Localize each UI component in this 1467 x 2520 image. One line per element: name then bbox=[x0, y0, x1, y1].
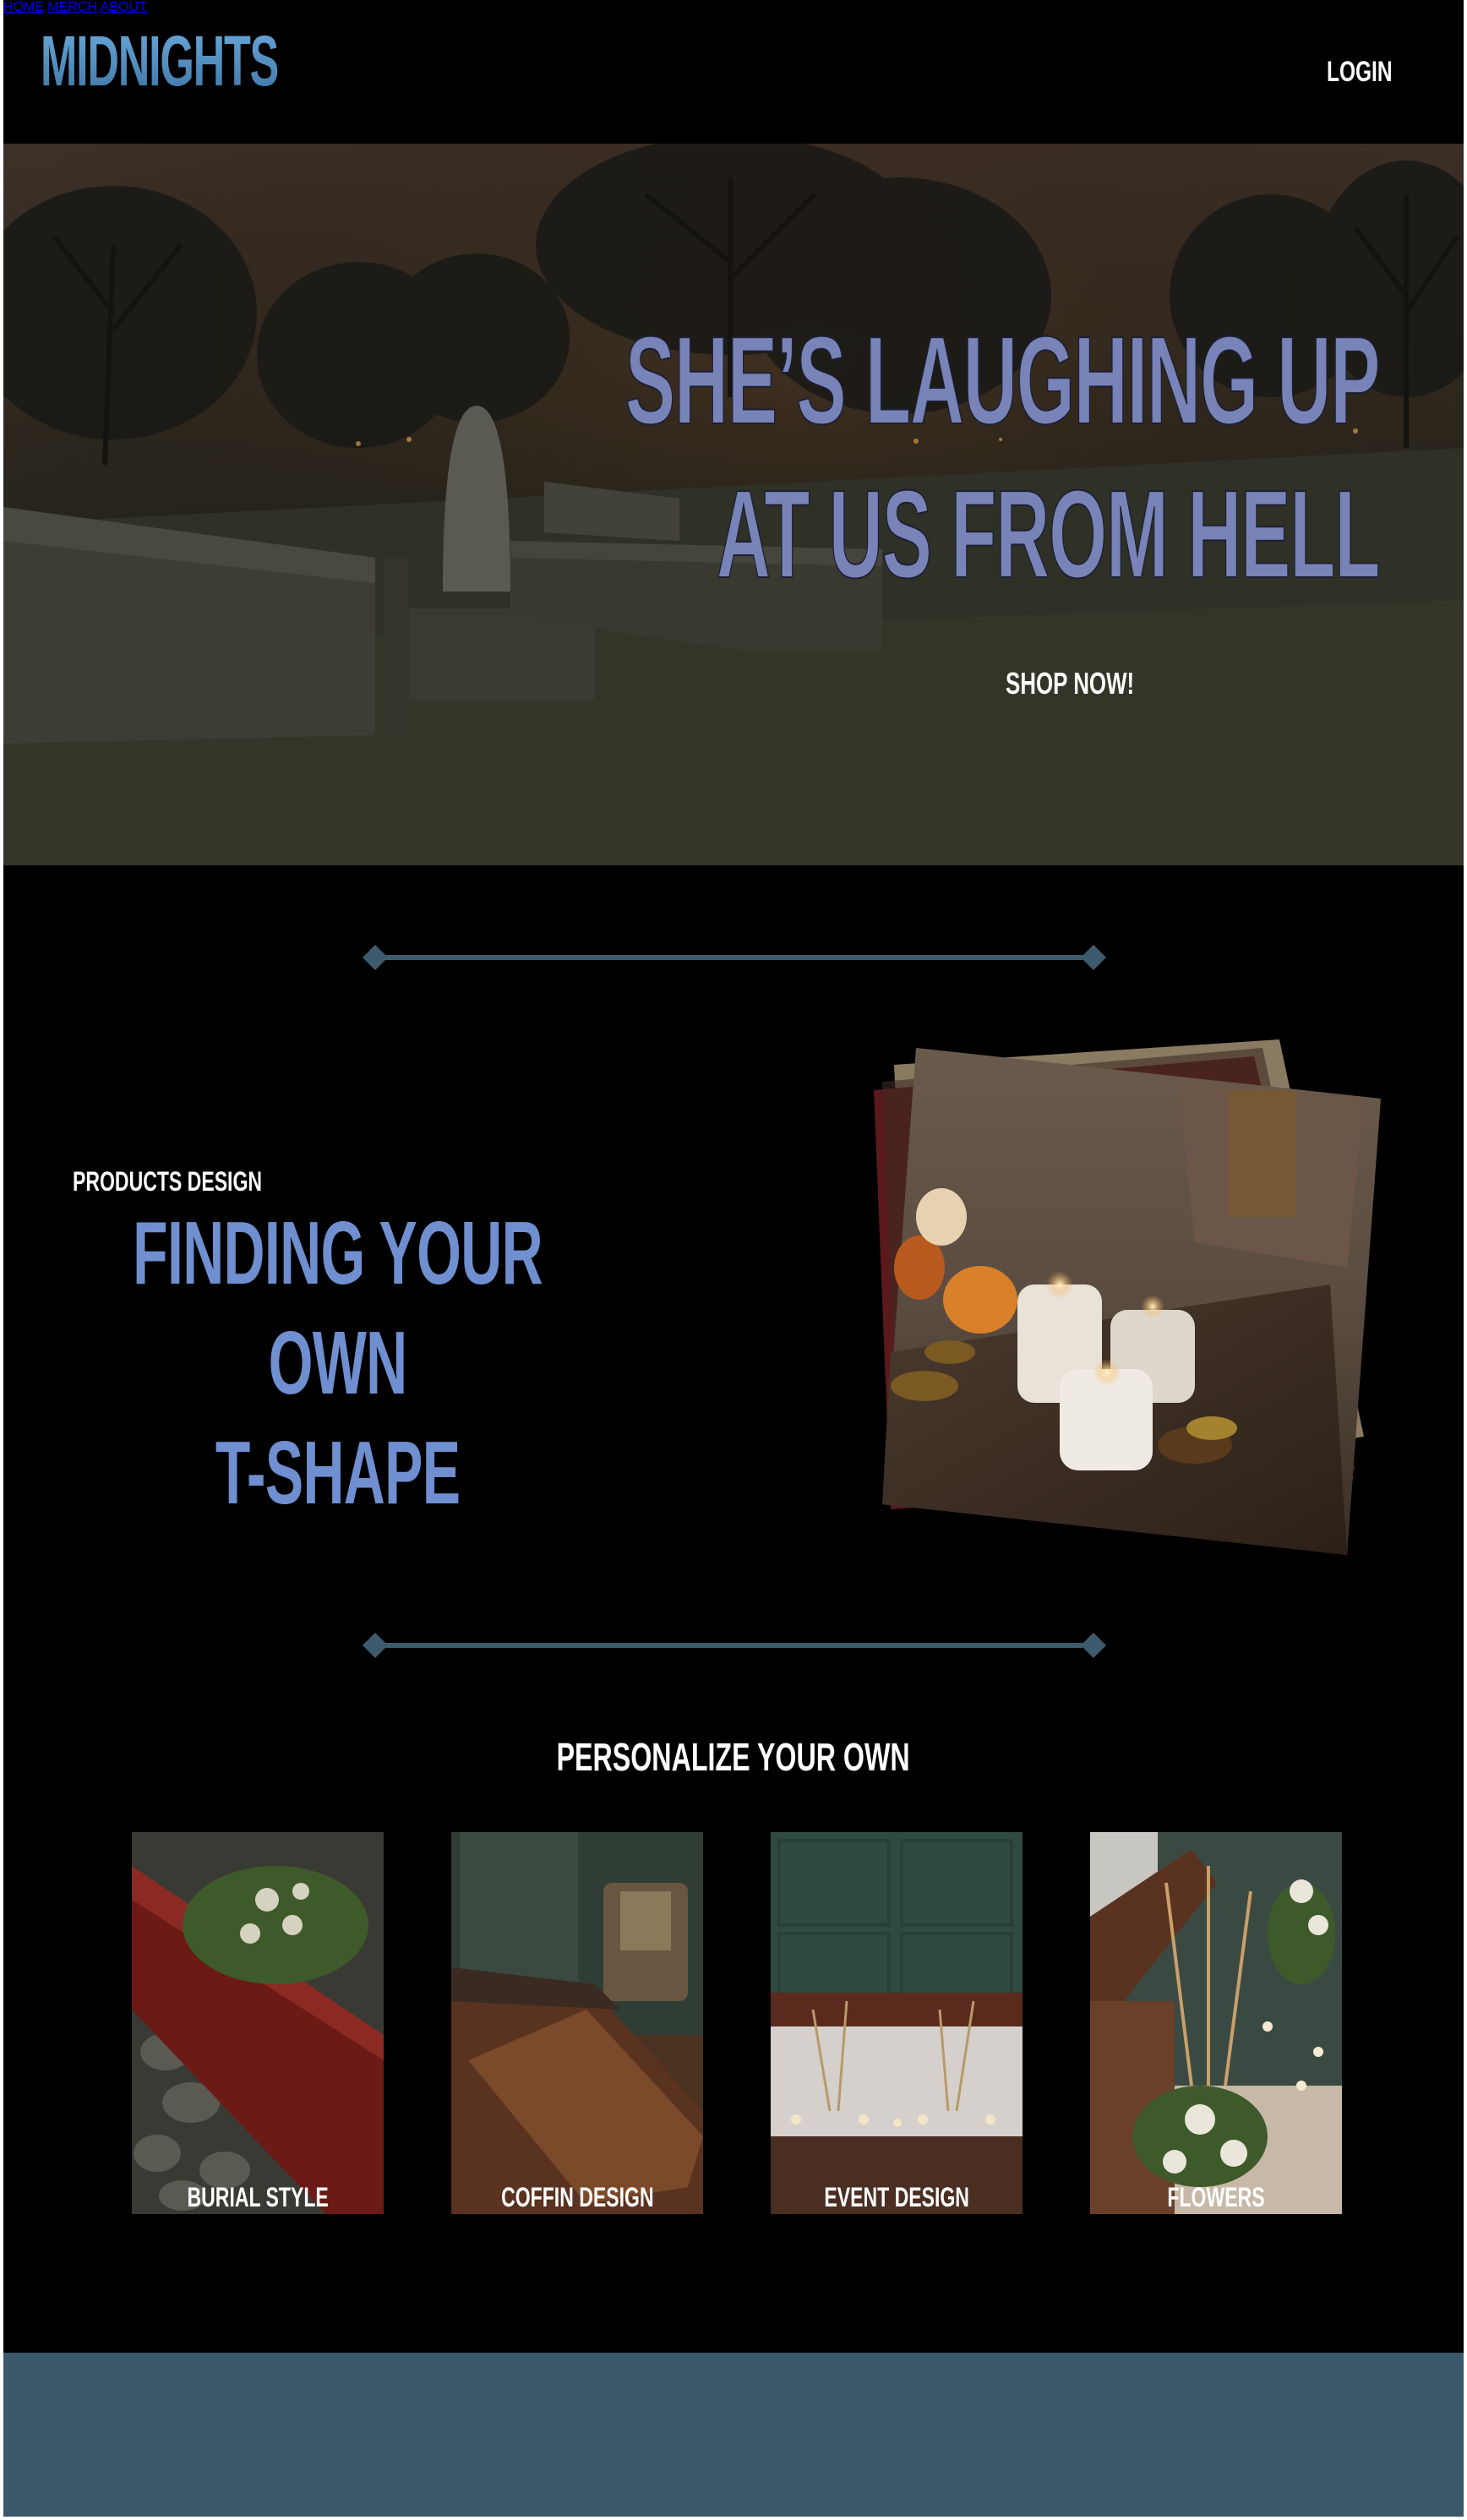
section-divider bbox=[363, 945, 1106, 970]
hero-headline-line2: AT US FROM HELL bbox=[716, 464, 1381, 605]
hero-headline: SHE’S LAUGHING UP AT US FROM HELL bbox=[624, 304, 1381, 612]
main-nav: HOME MERCH ABOUT bbox=[3, 0, 1464, 15]
nav-merch-link[interactable]: MERCH bbox=[47, 0, 97, 14]
nav-home-link[interactable]: HOME bbox=[3, 0, 44, 14]
candles-photo-stack bbox=[874, 1039, 1381, 1555]
card-label: FLOWERS bbox=[1167, 2182, 1265, 2212]
card-label: EVENT DESIGN bbox=[824, 2182, 969, 2212]
nav-about-link[interactable]: ABOUT bbox=[101, 0, 147, 14]
feature-eyebrow: PRODUCTS DESIGN bbox=[73, 1166, 263, 1197]
shop-now-button[interactable]: SHOP NOW! bbox=[1006, 666, 1134, 701]
card-label: BURIAL STYLE bbox=[187, 2182, 329, 2212]
personalize-title-text: PERSONALIZE YOUR OWN bbox=[556, 1735, 911, 1779]
hero-headline-line1: SHE’S LAUGHING UP bbox=[624, 310, 1381, 451]
card-coffin-design[interactable]: COFFIN DESIGN bbox=[451, 1832, 703, 2214]
feature-title: FINDING YOUR OWN T-SHAPE bbox=[73, 1198, 603, 1528]
card-flowers[interactable]: FLOWERS bbox=[1090, 1832, 1342, 2214]
site-logo[interactable]: MIDNIGHTS bbox=[41, 25, 279, 96]
card-label: COFFIN DESIGN bbox=[500, 2182, 654, 2212]
card-burial-style[interactable]: BURIAL STYLE bbox=[132, 1832, 384, 2214]
login-button[interactable]: LOGIN bbox=[1327, 56, 1393, 89]
feature-title-line1: FINDING YOUR OWN bbox=[133, 1203, 543, 1413]
feature-title-line2: T-SHAPE bbox=[215, 1423, 461, 1523]
flowers-image bbox=[1090, 1832, 1342, 2214]
personalize-title: PERSONALIZE YOUR OWN bbox=[3, 1734, 1464, 1780]
footer-bar bbox=[3, 2353, 1464, 2517]
burial-style-image bbox=[132, 1832, 384, 2214]
card-event-design[interactable]: EVENT DESIGN bbox=[771, 1832, 1023, 2214]
hero-banner: SHE’S LAUGHING UP AT US FROM HELL SHOP N… bbox=[3, 144, 1464, 865]
section-divider bbox=[363, 1633, 1106, 1658]
event-design-image bbox=[771, 1832, 1023, 2214]
coffin-design-image bbox=[451, 1832, 703, 2214]
page: MIDNIGHTS HOME MERCH ABOUT LOGIN SHE’S L… bbox=[3, 0, 1464, 2517]
